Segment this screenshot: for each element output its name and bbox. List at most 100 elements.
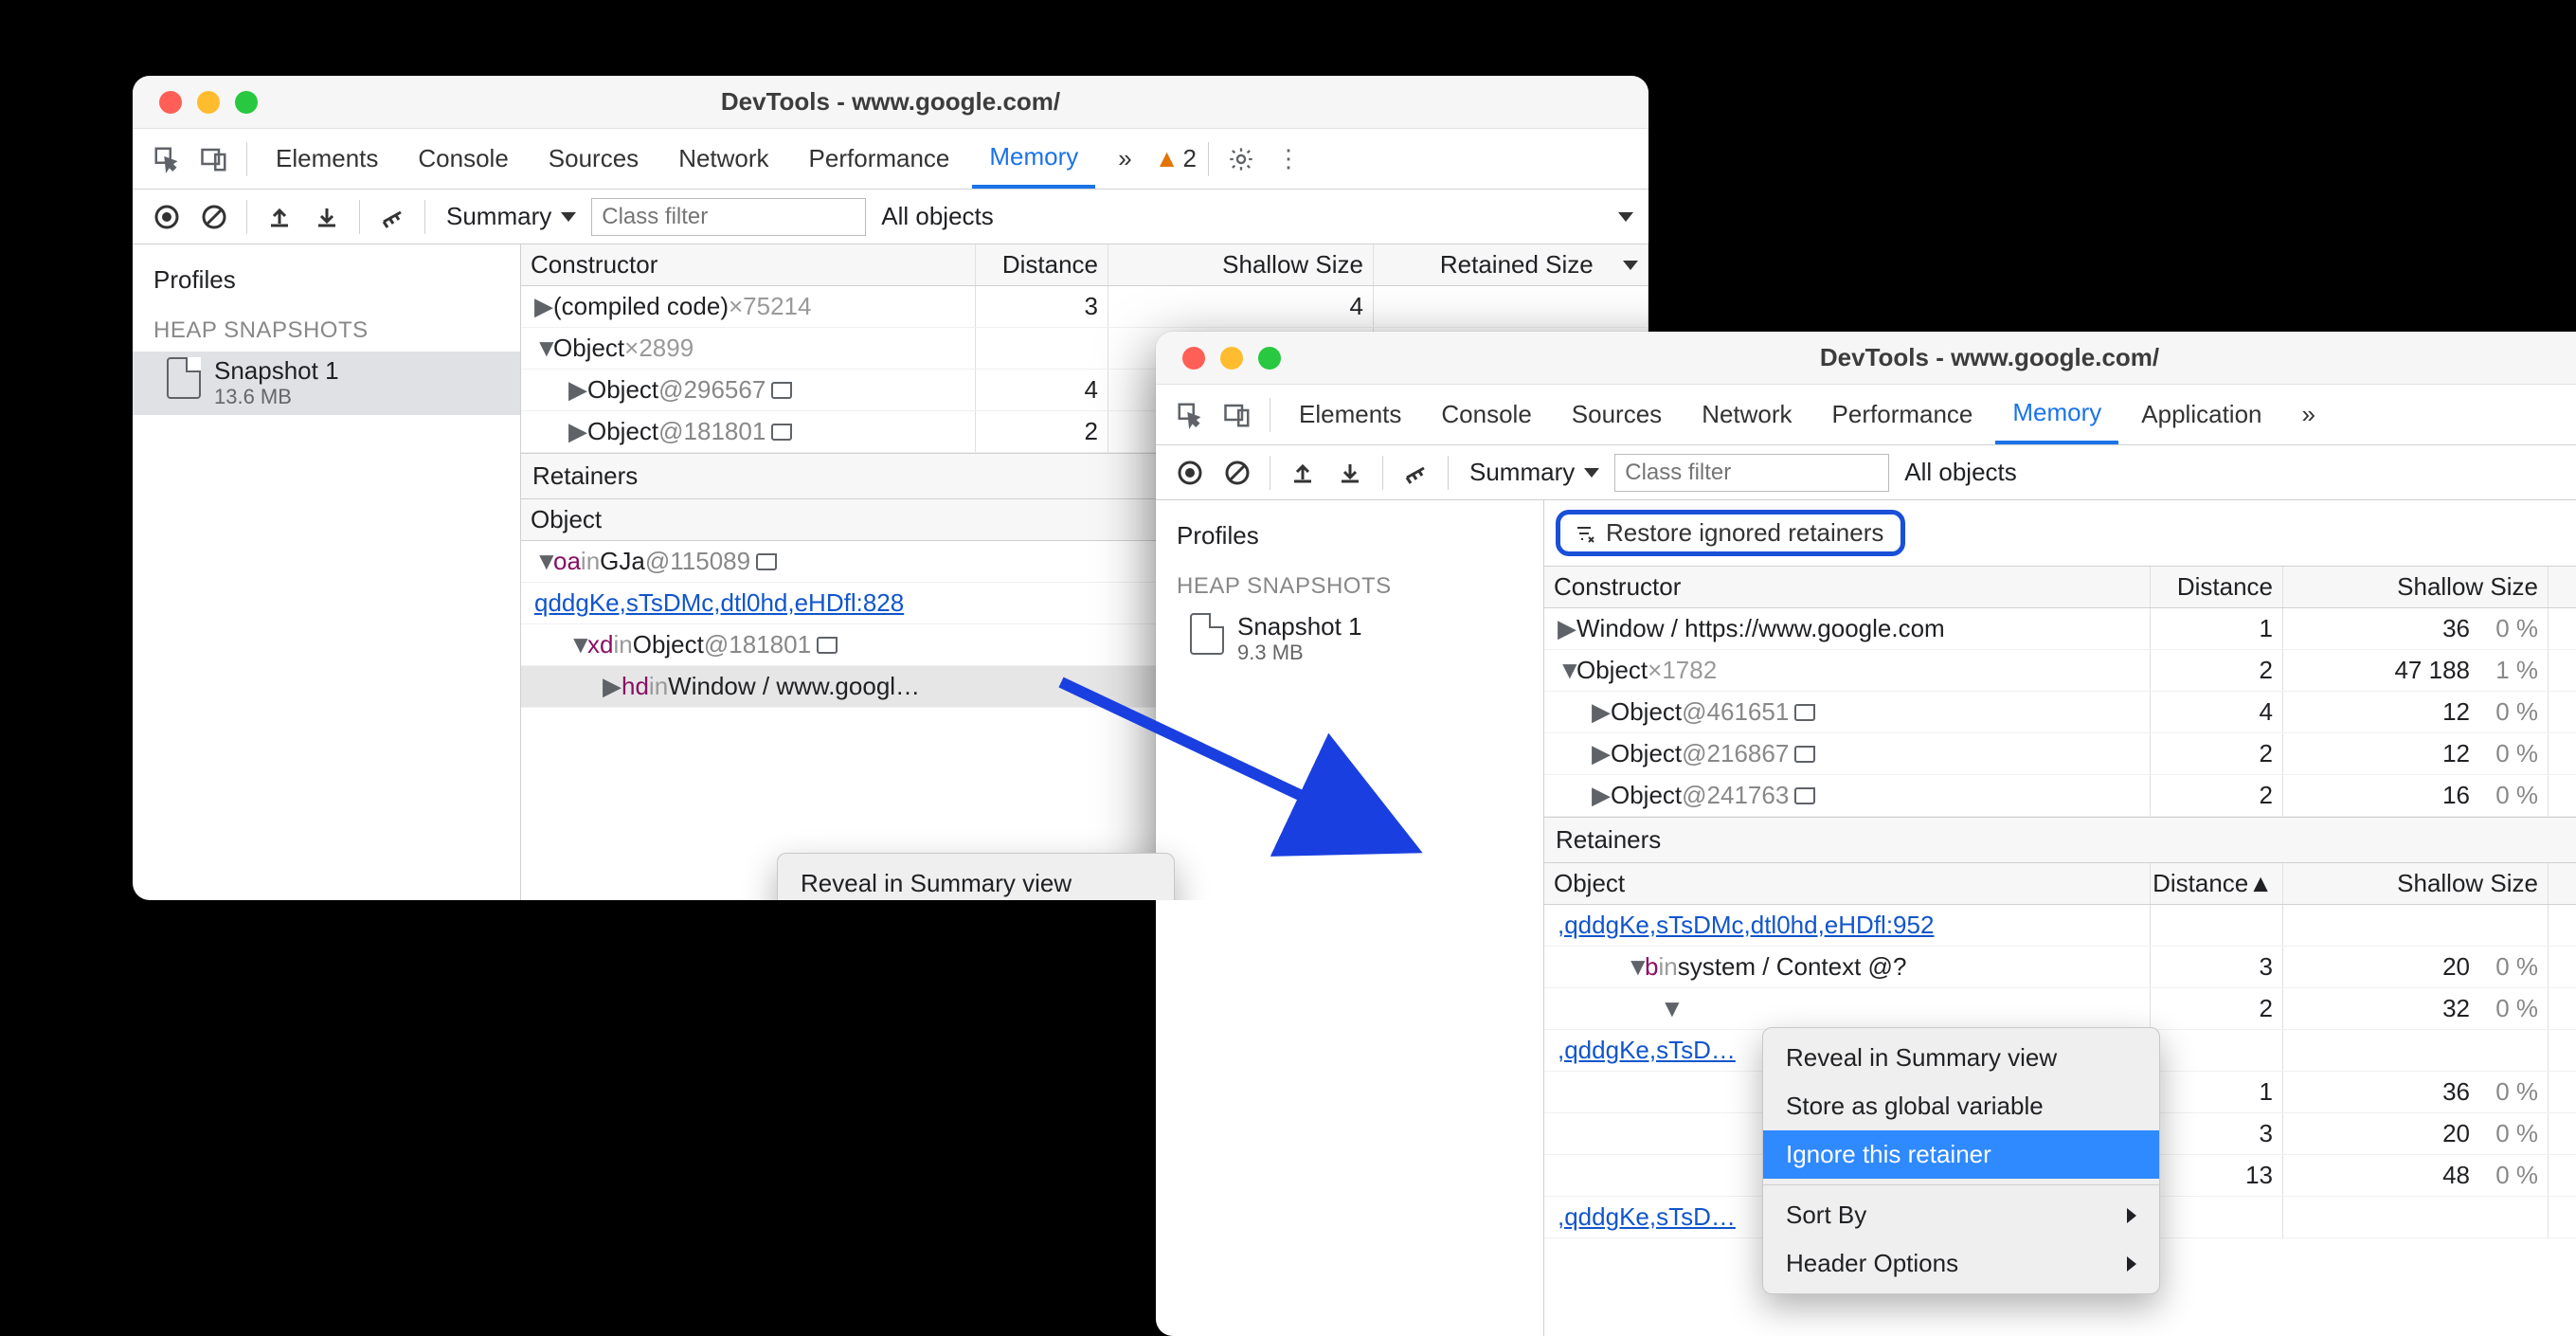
gear-icon[interactable] [1220,138,1262,180]
caret-down-icon[interactable] [1618,212,1633,222]
restore-ignored-retainers-button[interactable]: Restore ignored retainers [1556,510,1905,556]
caret-right-icon[interactable]: ▶ [568,417,587,446]
menu-store-global[interactable]: Store as global variable [1763,1082,2159,1130]
caret-right-icon[interactable]: ▶ [1558,614,1576,643]
external-icon[interactable] [817,637,838,654]
col-distance[interactable]: Distance [2151,567,2283,607]
col-distance[interactable]: Distance▲ [2151,863,2283,904]
external-icon[interactable] [771,424,792,441]
caret-right-icon[interactable]: ▶ [568,375,587,405]
table-row[interactable]: ▶ Object @461651 4 120 %2 251 04824 % [1544,692,2576,733]
view-select[interactable]: Summary [1460,458,1609,487]
caret-down-icon[interactable]: ▼ [1558,656,1576,685]
warnings-badge[interactable]: ▲2 [1155,144,1197,173]
source-link[interactable]: ,qddgKe,sTsD… [1558,1036,1736,1065]
window-title: DevTools - www.google.com/ [133,87,1648,117]
inspect-icon[interactable] [146,138,188,180]
snapshot-item[interactable]: Snapshot 1 13.6 MB [133,352,520,415]
inspect-icon[interactable] [1169,394,1211,436]
col-constructor[interactable]: Constructor [521,244,976,285]
table-row[interactable]: ▼ Object ×1782 2 47 1881 %3 580 57639 % [1544,650,2576,692]
tab-console[interactable]: Console [401,129,525,189]
device-icon[interactable] [193,138,235,180]
class-filter-input[interactable] [1614,454,1889,492]
menu-header-options[interactable]: Header Options [1763,1239,2159,1288]
record-icon[interactable] [1169,452,1211,494]
external-icon[interactable] [1794,787,1815,804]
tab-sources[interactable]: Sources [531,129,656,189]
caret-right-icon[interactable]: ▶ [603,672,621,701]
caret-down-icon[interactable]: ▼ [1660,994,1679,1023]
document-icon [1190,613,1224,655]
caret-down-icon[interactable]: ▼ [534,334,553,363]
table-row[interactable]: ▶ (compiled code) ×75214 3 4 [521,286,1648,328]
col-retained[interactable]: Retained Size [1374,244,1648,285]
tab-memory[interactable]: Memory [972,129,1095,189]
col-shallow[interactable]: Shallow Size [2283,863,2549,904]
scope-select[interactable]: All objects [872,202,1003,231]
tab-elements[interactable]: Elements [1282,385,1418,444]
snapshot-item[interactable]: Snapshot 1 9.3 MB [1156,607,1543,671]
col-object[interactable]: Object [1544,863,2151,904]
tab-elements[interactable]: Elements [259,129,395,189]
tab-console[interactable]: Console [1424,385,1548,444]
tab-network[interactable]: Network [1684,385,1809,444]
col-shallow[interactable]: Shallow Size [2283,567,2549,607]
tab-performance[interactable]: Performance [1815,385,1991,444]
gc-icon[interactable] [371,196,413,238]
clear-icon[interactable] [193,196,235,238]
caret-right-icon[interactable]: ▶ [1592,739,1611,768]
download-icon[interactable] [306,196,348,238]
scope-select[interactable]: All objects [1895,458,2027,487]
source-link[interactable]: ,qddgKe,sTsDMc,dtl0hd,eHDfl:952 [1558,911,1934,940]
menu-sort-by[interactable]: Sort By [1763,1191,2159,1239]
col-retained[interactable]: Retained Size [2549,863,2576,904]
external-icon[interactable] [1794,704,1815,721]
upload-icon[interactable] [259,196,300,238]
tab-overflow-icon[interactable]: » [2285,385,2333,444]
retainers-heading: Retainers [1544,817,2576,863]
tab-network[interactable]: Network [661,129,785,189]
source-link[interactable]: ,qddgKe,sTsD… [1558,1202,1736,1232]
tab-sources[interactable]: Sources [1555,385,1679,444]
caret-right-icon[interactable]: ▶ [534,292,553,321]
tab-overflow-icon[interactable]: » [1101,129,1148,189]
caret-right-icon[interactable]: ▶ [1592,697,1611,727]
col-distance[interactable]: Distance [976,244,1108,285]
gc-icon[interactable] [1395,452,1436,494]
caret-down-icon[interactable]: ▼ [568,630,587,659]
tabbar: Elements Console Sources Network Perform… [1156,385,2576,445]
retainers-header: Object Distance▲ Shallow Size Retained S… [1544,863,2576,905]
source-link[interactable]: qddgKe,sTsDMc,dtl0hd,eHDfl:828 [534,588,904,618]
table-row[interactable]: ▶ Object @241763 2 160 %87 1121 % [1544,775,2576,817]
table-row[interactable]: ▶ Object @216867 2 120 %622 3767 % [1544,733,2576,775]
col-retained[interactable]: Retained Size [2549,567,2576,607]
caret-down-icon[interactable]: ▼ [534,547,553,576]
clear-icon[interactable] [1216,452,1258,494]
table-row[interactable]: ▼ b in system / Context @? 3 200 %200 % [1544,947,2576,988]
upload-icon[interactable] [1282,452,1324,494]
tab-memory[interactable]: Memory [1995,385,2118,444]
external-icon[interactable] [1794,746,1815,763]
menu-reveal[interactable]: Reveal in Summary view [778,859,1174,900]
menu-ignore-retainer[interactable]: Ignore this retainer [1763,1130,2159,1179]
menu-reveal[interactable]: Reveal in Summary view [1763,1034,2159,1082]
col-shallow[interactable]: Shallow Size [1108,244,1374,285]
external-icon[interactable] [771,382,792,399]
caret-down-icon [1584,468,1599,478]
class-filter-input[interactable] [591,198,866,236]
table-row[interactable]: ▼ 2 320 %1360 % [1544,988,2576,1030]
view-select[interactable]: Summary [437,202,585,231]
caret-down-icon[interactable]: ▼ [1626,952,1645,982]
more-icon[interactable]: ⋮ [1268,138,1309,180]
device-icon[interactable] [1216,394,1258,436]
col-constructor[interactable]: Constructor [1544,567,2151,607]
external-icon[interactable] [756,553,777,570]
tab-application[interactable]: Application [2124,385,2279,444]
download-icon[interactable] [1329,452,1371,494]
table-row[interactable]: ▶ Window / https://www.google.com 1 360 … [1544,608,2576,650]
record-icon[interactable] [146,196,188,238]
caret-right-icon[interactable]: ▶ [1592,781,1611,810]
tab-performance[interactable]: Performance [792,129,967,189]
table-row[interactable]: ,qddgKe,sTsDMc,dtl0hd,eHDfl:952 [1544,905,2576,947]
